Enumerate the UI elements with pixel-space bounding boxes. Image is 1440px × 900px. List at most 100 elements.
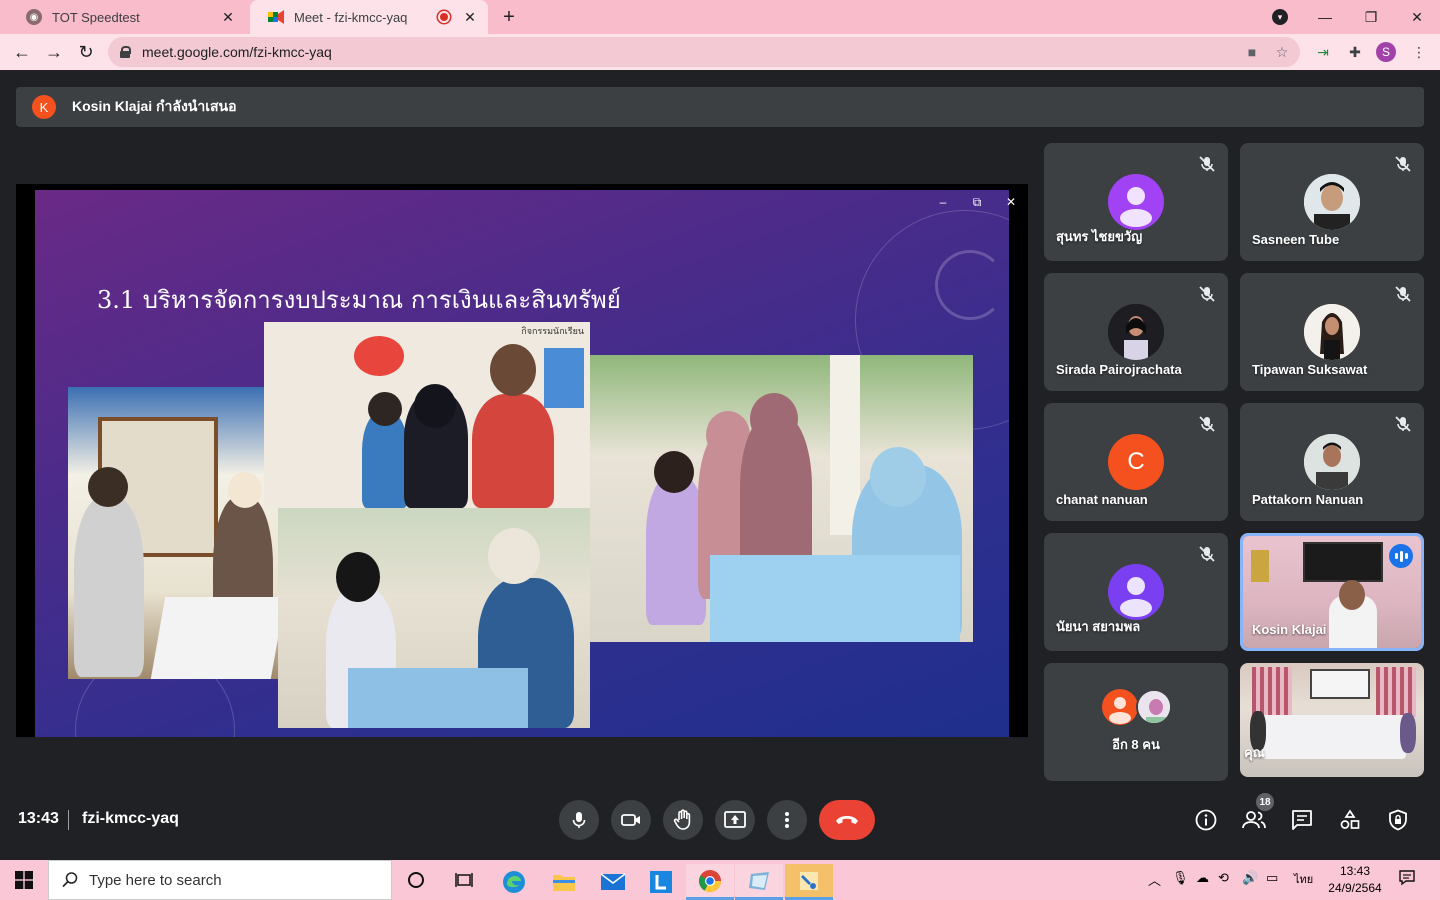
- self-name: คุณ: [1244, 745, 1265, 760]
- minimize-presentation-icon[interactable]: –: [927, 190, 959, 214]
- participant-tile[interactable]: C chanat nanuan: [1044, 403, 1228, 521]
- self-view-tile[interactable]: คุณ: [1240, 663, 1424, 777]
- paint-app-icon[interactable]: [785, 864, 833, 900]
- update-icon[interactable]: ⟲: [1218, 870, 1229, 886]
- cortana-icon[interactable]: [392, 862, 440, 898]
- initial-avatar: C: [1108, 434, 1164, 490]
- taskbar-clock[interactable]: 13:43 24/9/2564: [1322, 863, 1388, 897]
- reload-icon[interactable]: ↻: [74, 40, 98, 64]
- taskbar-date: 24/9/2564: [1328, 881, 1382, 895]
- participant-tile[interactable]: Pattakorn Nanuan: [1240, 403, 1424, 521]
- participant-tile[interactable]: Sasneen Tube: [1240, 143, 1424, 261]
- people-count-badge: 18: [1256, 793, 1274, 811]
- mic-off-icon: [1395, 416, 1411, 432]
- address-bar[interactable]: meet.google.com/fzi-kmcc-yaq ■ ☆: [108, 37, 1300, 67]
- windows-start-button[interactable]: [0, 860, 48, 900]
- lock-icon: [120, 46, 131, 58]
- shield-lock-icon: [1389, 809, 1407, 831]
- decorative-circle: [935, 250, 1005, 320]
- restore-window-icon[interactable]: ❐: [1348, 0, 1394, 34]
- microphone-tray-icon[interactable]: 🎙: [1172, 870, 1189, 886]
- more-participants-tile[interactable]: อีก 8 คน: [1044, 663, 1228, 781]
- participant-photo: [1136, 689, 1172, 725]
- chat-button[interactable]: [1288, 806, 1316, 834]
- slide-photo: [590, 355, 973, 642]
- participant-tile[interactable]: นัยนา สยามพล: [1044, 533, 1228, 651]
- meet-icon: [268, 9, 284, 25]
- task-view-icon[interactable]: [440, 862, 488, 898]
- mic-off-icon: [1199, 416, 1215, 432]
- meeting-details-button[interactable]: [1192, 806, 1220, 834]
- more-menu-icon[interactable]: ⋮: [1408, 41, 1430, 63]
- camera-icon[interactable]: ■: [1240, 40, 1264, 64]
- host-controls-button[interactable]: [1384, 806, 1412, 834]
- hand-icon: [673, 809, 691, 830]
- participant-photo: [1108, 304, 1164, 360]
- participant-tile[interactable]: Sirada Pairojrachata: [1044, 273, 1228, 391]
- tab-meet[interactable]: Meet - fzi-kmcc-yaq ✕: [250, 0, 488, 34]
- restore-presentation-icon[interactable]: ⧉: [961, 190, 993, 214]
- close-window-icon[interactable]: ✕: [1394, 0, 1440, 34]
- more-participants-label: อีก 8 คน: [1112, 737, 1160, 752]
- slide-photo: กิจกรรมนักเรียน: [264, 322, 590, 508]
- participant-name: Kosin Klajai: [1252, 622, 1327, 637]
- participant-name: Pattakorn Nanuan: [1252, 492, 1364, 507]
- more-options-button[interactable]: [767, 800, 807, 840]
- close-presentation-icon[interactable]: ✕: [995, 190, 1027, 214]
- minimize-window-icon[interactable]: —: [1302, 0, 1348, 34]
- tab-tot-speedtest[interactable]: ◉ TOT Speedtest ✕: [8, 0, 246, 34]
- extension-sync-icon[interactable]: ⇥: [1312, 41, 1334, 63]
- presenter-banner: K Kosin Klajai กำลังนำเสนอ: [16, 87, 1424, 127]
- taskbar-time: 13:43: [1339, 864, 1371, 878]
- participant-tile[interactable]: สุนทร ไชยขวัญ: [1044, 143, 1228, 261]
- show-hidden-icons[interactable]: ︿: [1148, 870, 1161, 889]
- close-tab-icon[interactable]: ✕: [218, 7, 238, 27]
- input-language[interactable]: ไทย: [1294, 870, 1313, 888]
- profile-avatar[interactable]: S: [1376, 42, 1396, 62]
- volume-icon[interactable]: 🔊: [1242, 870, 1258, 886]
- participant-name: chanat nanuan: [1056, 492, 1148, 507]
- globe-icon: ◉: [26, 9, 42, 25]
- raise-hand-button[interactable]: [663, 800, 703, 840]
- mail-icon[interactable]: [589, 864, 637, 900]
- extensions-puzzle-icon[interactable]: ✚: [1344, 41, 1366, 63]
- chrome-icon[interactable]: [686, 864, 734, 900]
- close-tab-icon[interactable]: ✕: [460, 7, 480, 27]
- meeting-code: fzi-kmcc-yaq: [82, 810, 179, 827]
- forward-icon[interactable]: →: [42, 40, 66, 64]
- default-avatar: [1102, 689, 1138, 725]
- leave-call-button[interactable]: [819, 800, 875, 840]
- participant-name: Tipawan Suksawat: [1252, 362, 1368, 377]
- presentation-stage: 3.1 บริหารจัดการงบประมาณ การเงินและสินทร…: [16, 184, 1028, 737]
- camera-button[interactable]: [611, 800, 651, 840]
- present-screen-button[interactable]: [715, 800, 755, 840]
- back-icon[interactable]: ←: [10, 40, 34, 64]
- recording-icon: [438, 11, 450, 23]
- slide-photo: [278, 508, 590, 728]
- microphone-button[interactable]: [559, 800, 599, 840]
- mic-off-icon: [1395, 286, 1411, 302]
- microphone-icon: [572, 812, 586, 828]
- line-app-icon[interactable]: [637, 864, 685, 900]
- participant-tile[interactable]: Tipawan Suksawat: [1240, 273, 1424, 391]
- default-avatar: [1108, 174, 1164, 230]
- hang-up-icon: [836, 816, 858, 824]
- notifications-icon[interactable]: [1398, 868, 1416, 889]
- edge-browser-icon[interactable]: [490, 864, 538, 900]
- presenter-text: Kosin Klajai กำลังนำเสนอ: [72, 98, 237, 114]
- taskbar-search-box[interactable]: Type here to search: [48, 860, 392, 900]
- url-text: meet.google.com/fzi-kmcc-yaq: [142, 44, 332, 60]
- slide-photo: [68, 387, 278, 679]
- network-icon[interactable]: ▭: [1266, 870, 1278, 886]
- file-explorer-icon[interactable]: [540, 864, 588, 900]
- participant-name: Sasneen Tube: [1252, 232, 1340, 247]
- browser-tab-bar: ◉ TOT Speedtest ✕ Meet - fzi-kmcc-yaq ✕ …: [0, 0, 1440, 34]
- tab-search-icon[interactable]: ▾: [1272, 9, 1288, 25]
- activities-button[interactable]: [1336, 806, 1364, 834]
- onedrive-icon[interactable]: ☁: [1196, 870, 1209, 886]
- participant-tile-active[interactable]: Kosin Klajai: [1240, 533, 1424, 651]
- new-tab-button[interactable]: +: [498, 7, 520, 29]
- bookmark-star-icon[interactable]: ☆: [1270, 40, 1294, 64]
- app-window-icon[interactable]: [735, 864, 783, 900]
- meeting-time: 13:43: [18, 810, 59, 827]
